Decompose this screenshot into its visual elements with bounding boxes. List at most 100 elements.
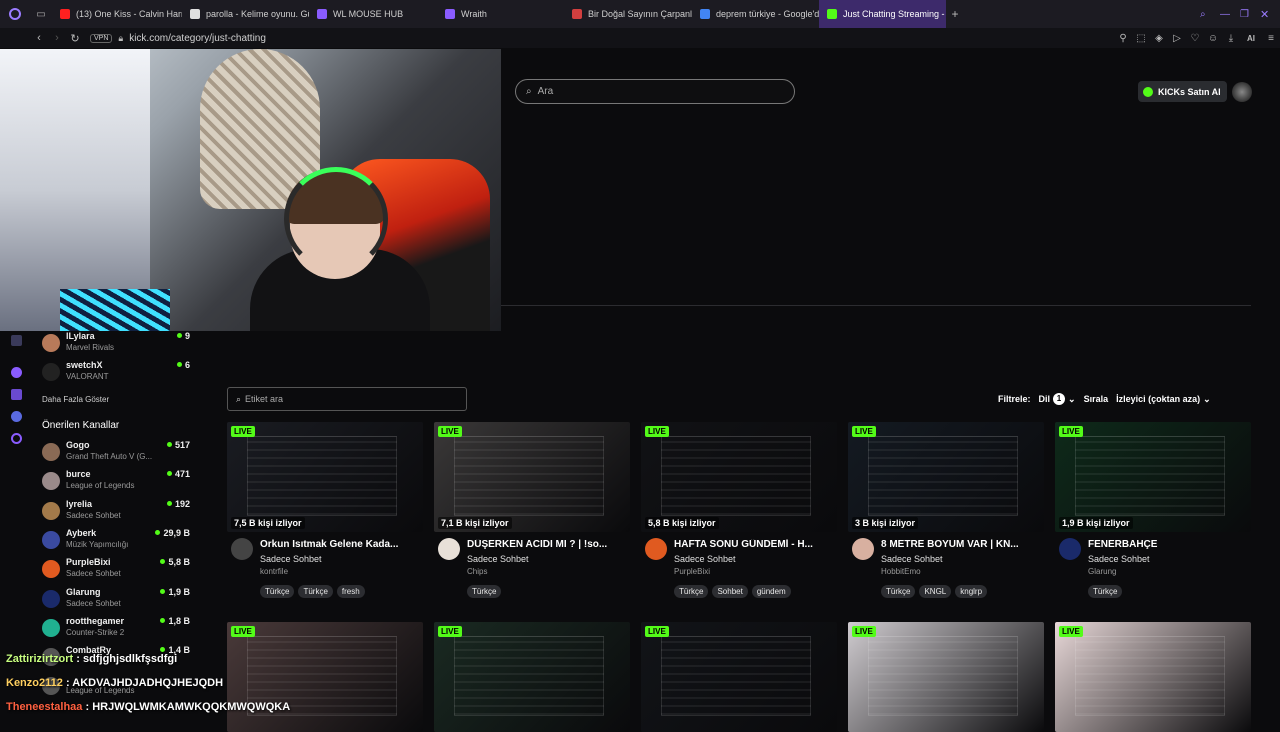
stream-thumbnail[interactable]: LIVE <box>641 622 837 732</box>
vpn-badge[interactable]: VPN <box>90 33 113 43</box>
sort-dropdown[interactable]: İzleyici (çoktan aza) ⌄ <box>1116 394 1211 405</box>
sidebar-channel[interactable]: lyrelia Sadece Sohbet 192 <box>42 499 190 525</box>
channel-name[interactable]: PurpleBixi <box>674 567 710 576</box>
search-tabs-icon[interactable]: ⌕ <box>1200 9 1220 20</box>
download-icon[interactable]: ⤓ <box>1222 33 1240 44</box>
reload-icon[interactable]: ↻ <box>66 32 84 45</box>
stream-title[interactable]: 8 METRE BOYUM VAR | KN... <box>881 539 1041 550</box>
sidebar-channel[interactable]: Glarung Sadece Sohbet 1,9 B <box>42 587 190 613</box>
tag-chip[interactable]: Türkçe <box>1088 585 1123 598</box>
stream-title[interactable]: HAFTA SONU GÜNDEMİ - H... <box>674 539 834 550</box>
rail-twitch-icon[interactable] <box>11 389 22 400</box>
browser-menu-icon[interactable] <box>0 0 30 28</box>
channel-name[interactable]: Chips <box>467 567 487 576</box>
new-tab-button[interactable]: + <box>946 7 964 21</box>
rail-dashboard-icon[interactable] <box>11 335 22 346</box>
browser-tab[interactable]: Just Chatting Streaming - <box>819 0 946 28</box>
stream-card[interactable]: LIVE <box>641 622 837 732</box>
pin-icon[interactable]: ⚲ <box>1114 33 1132 44</box>
tag-chip[interactable]: Sohbet <box>712 585 748 598</box>
stream-title[interactable]: Orkun Isıtmak Gelene Kada... <box>260 539 420 550</box>
stream-category[interactable]: Sadece Sohbet <box>260 554 322 564</box>
browser-tab[interactable]: deprem türkiye - Google'd <box>692 0 819 28</box>
sidebar-channel[interactable]: Ayberk Müzik Yapımcılığı 29,9 B <box>42 528 190 554</box>
browser-tab[interactable]: WL MOUSE HUB <box>309 0 437 28</box>
stream-category[interactable]: Sadece Sohbet <box>467 554 529 564</box>
back-icon[interactable]: ‹ <box>30 32 48 44</box>
menu-icon[interactable]: ≡ <box>1262 33 1280 44</box>
stream-card[interactable]: LIVE <box>848 622 1044 732</box>
stream-thumbnail[interactable]: LIVE 7,1 B kişi izliyor <box>434 422 630 532</box>
channel-name[interactable]: Glarung <box>1088 567 1116 576</box>
stream-thumbnail[interactable]: LIVE <box>227 622 423 732</box>
stream-title[interactable]: FENERBAHÇE <box>1088 539 1248 550</box>
tag-chip[interactable]: Türkçe <box>881 585 916 598</box>
sidebar-channel[interactable]: Gogo Grand Theft Auto V (G... 517 <box>42 440 190 466</box>
buy-kicks-button[interactable]: KICKs Satın Al <box>1138 81 1227 102</box>
stream-card[interactable]: LIVE 3 B kişi izliyor 8 METRE BOYUM VAR | … <box>848 422 1044 598</box>
ai-button[interactable]: AI <box>1240 34 1262 43</box>
restore-icon[interactable]: ❐ <box>1240 9 1260 20</box>
stream-thumbnail[interactable]: LIVE 3 B kişi izliyor <box>848 422 1044 532</box>
stream-card[interactable]: LIVE 7,5 B kişi izliyor Orkun Isıtmak Gele… <box>227 422 423 598</box>
stream-thumbnail[interactable]: LIVE <box>848 622 1044 732</box>
tag-chip[interactable]: Türkçe <box>298 585 333 598</box>
avatar[interactable] <box>438 538 460 560</box>
avatar[interactable] <box>231 538 253 560</box>
search-input[interactable]: ⌕ Ara <box>515 79 795 104</box>
stream-card[interactable]: LIVE <box>1055 622 1251 732</box>
stream-card[interactable]: LIVE <box>434 622 630 732</box>
play-icon[interactable]: ▷ <box>1168 33 1186 44</box>
language-dropdown[interactable]: Dil 1 ⌄ <box>1039 393 1076 405</box>
channel-name[interactable]: HobbitEmo <box>881 567 921 576</box>
stream-card[interactable]: LIVE 5,8 B kişi izliyor HAFTA SONU GÜNDEMİ… <box>641 422 837 598</box>
stream-category[interactable]: Sadece Sohbet <box>674 554 736 564</box>
shield-icon[interactable]: ◈ <box>1150 33 1168 44</box>
rail-kick-icon[interactable] <box>11 367 22 378</box>
sidebar-channel[interactable]: lLylara Marvel Rivals 9 <box>42 331 190 357</box>
stream-thumbnail[interactable]: LIVE <box>434 622 630 732</box>
show-more-link[interactable]: Daha Fazla Göster <box>42 395 109 404</box>
stream-thumbnail[interactable]: LIVE <box>1055 622 1251 732</box>
close-window-icon[interactable]: ✕ <box>1260 8 1280 21</box>
stream-thumbnail[interactable]: LIVE 1,9 B kişi izliyor <box>1055 422 1251 532</box>
tag-chip[interactable]: gündem <box>751 585 791 598</box>
stream-title[interactable]: DÜŞERKEN ACIDI MI ? | !so... <box>467 539 627 550</box>
sidebar-channel[interactable]: PurpleBixi Sadece Sohbet 5,8 B <box>42 557 190 583</box>
sidebar-channel[interactable]: burce League of Legends 471 <box>42 469 190 495</box>
rail-discord-icon[interactable] <box>11 411 22 422</box>
user-avatar[interactable] <box>1232 82 1252 102</box>
tag-chip[interactable]: fresh <box>336 585 365 598</box>
tag-chip[interactable]: Türkçe <box>467 585 502 598</box>
avatar[interactable] <box>852 538 874 560</box>
stream-card[interactable]: LIVE 1,9 B kişi izliyor FENERBAHÇE Sadece S… <box>1055 422 1251 598</box>
browser-tab[interactable]: Wraith <box>437 0 564 28</box>
screenshot-icon[interactable]: ⬚ <box>1132 33 1150 44</box>
sidebar-channel[interactable]: swetchX VALORANT 6 <box>42 360 190 386</box>
tag-chip[interactable]: knglrp <box>955 585 988 598</box>
browser-tab[interactable]: parolla - Kelime oyunu. Gü <box>182 0 309 28</box>
stream-thumbnail[interactable]: LIVE 5,8 B kişi izliyor <box>641 422 837 532</box>
sidebar-channel[interactable]: rootthegamer Counter-Strike 2 1,8 B <box>42 616 190 642</box>
tag-chip[interactable]: Türkçe <box>674 585 709 598</box>
channel-name[interactable]: kontrfile <box>260 567 288 576</box>
stream-category[interactable]: Sadece Sohbet <box>881 554 943 564</box>
avatar[interactable] <box>1059 538 1081 560</box>
browser-tab[interactable]: (13) One Kiss - Calvin Harr <box>52 0 182 28</box>
stream-category[interactable]: Sadece Sohbet <box>1088 554 1150 564</box>
minimize-icon[interactable]: — <box>1220 9 1240 20</box>
stream-thumbnail[interactable]: LIVE 7,5 B kişi izliyor <box>227 422 423 532</box>
tag-search-input[interactable]: ⌕ Etiket ara <box>227 387 467 411</box>
heart-icon[interactable]: ♡ <box>1186 33 1204 44</box>
tag-chip[interactable]: Türkçe <box>260 585 295 598</box>
profile-icon[interactable]: ☺ <box>1204 33 1222 44</box>
forward-icon[interactable]: › <box>48 32 66 44</box>
tag-chip[interactable]: KNGL <box>919 585 952 598</box>
browser-tab[interactable]: Bir Doğal Sayının Çarpanl <box>564 0 692 28</box>
tab-overview-icon[interactable]: ▭ <box>30 9 52 20</box>
url-field[interactable]: kick.com/category/just-chatting <box>129 33 266 44</box>
rail-settings-icon[interactable] <box>11 433 22 444</box>
stream-card[interactable]: LIVE <box>227 622 423 732</box>
avatar[interactable] <box>645 538 667 560</box>
stream-card[interactable]: LIVE 7,1 B kişi izliyor DÜŞERKEN ACIDI MI … <box>434 422 630 598</box>
